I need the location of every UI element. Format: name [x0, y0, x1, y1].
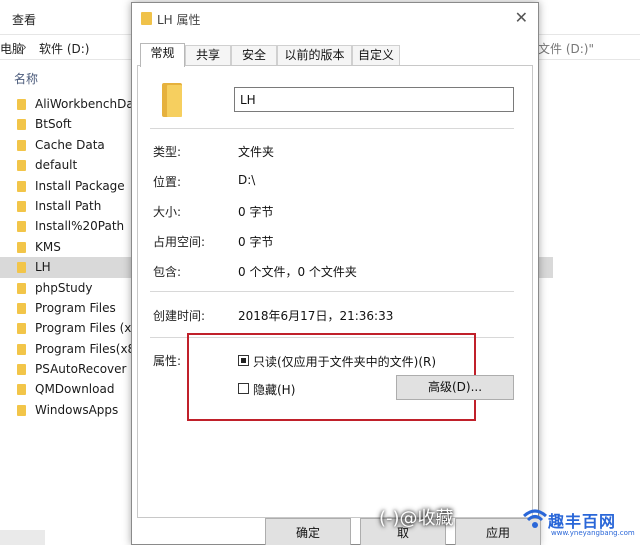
folder-name: AliWorkbenchDat: [35, 97, 134, 111]
folder-icon: [17, 323, 26, 335]
readonly-label[interactable]: 只读(仅应用于文件夹中的文件)(R): [253, 353, 436, 370]
tab-previous-versions[interactable]: 以前的版本: [277, 45, 352, 66]
folder-list-item[interactable]: Program Files (x8: [0, 318, 134, 338]
folder-large-icon: [162, 83, 182, 117]
type-label: 类型:: [153, 145, 182, 159]
location-value: D:\: [238, 173, 256, 187]
hidden-checkbox[interactable]: [238, 383, 249, 394]
created-label: 创建时间:: [153, 309, 206, 323]
dialog-titlebar[interactable]: LH 属性 ✕: [132, 3, 538, 33]
folder-icon: [17, 160, 26, 172]
folder-icon: [17, 262, 26, 274]
folder-icon: [17, 343, 26, 355]
folder-list-item[interactable]: QMDownload: [0, 379, 134, 399]
tab-security[interactable]: 安全: [231, 45, 277, 66]
folder-list-item[interactable]: Cache Data: [0, 135, 134, 155]
folder-name: Cache Data: [35, 137, 105, 152]
breadcrumb-separator: ›: [22, 40, 27, 54]
size-on-disk-value: 0 字节: [238, 235, 274, 249]
folder-icon: [17, 200, 26, 212]
selected-row-highlight: [537, 257, 553, 278]
folder-icon: [17, 282, 26, 294]
folder-icon: [17, 221, 26, 233]
folder-name-field[interactable]: [234, 87, 514, 112]
watermark-overlay-text: (-)@收藏: [379, 508, 454, 529]
advanced-button[interactable]: 高级(D)...: [396, 375, 514, 400]
folder-list-item[interactable]: KMS: [0, 237, 134, 257]
folder-icon: [17, 119, 26, 131]
folder-name: Install%20Path: [35, 219, 125, 234]
column-header-name[interactable]: 名称: [14, 70, 38, 87]
folder-list-item[interactable]: AliWorkbenchDat: [0, 94, 134, 114]
status-bar-fragment: [0, 530, 45, 545]
wifi-logo-icon: [522, 509, 548, 528]
divider: [150, 128, 514, 129]
folder-icon: [17, 180, 26, 192]
divider: [150, 291, 514, 292]
contains-label: 包含:: [153, 265, 182, 279]
tab-customize[interactable]: 自定义: [352, 45, 400, 66]
folder-list-item[interactable]: default: [0, 155, 134, 175]
readonly-checkbox[interactable]: [238, 355, 249, 366]
created-value: 2018年6月17日，21:36:33: [238, 309, 394, 323]
dialog-title: LH 属性: [157, 13, 201, 27]
folder-name: KMS: [35, 239, 61, 254]
folder-icon: [17, 241, 26, 253]
folder-icon: [17, 139, 26, 151]
tab-sharing[interactable]: 共享: [185, 45, 231, 66]
contains-value: 0 个文件，0 个文件夹: [238, 265, 357, 279]
folder-name: LH: [35, 260, 51, 275]
folder-list-item[interactable]: Install Path: [0, 196, 134, 216]
location-label: 位置:: [153, 175, 182, 189]
hidden-label[interactable]: 隐藏(H): [253, 381, 295, 398]
folder-list-item[interactable]: BtSoft: [0, 114, 134, 134]
folder-name: QMDownload: [35, 382, 115, 397]
folder-name: Program Files (x8: [35, 321, 134, 336]
folder-icon: [17, 384, 26, 396]
folder-name: phpStudy: [35, 280, 93, 295]
folder-list-item[interactable]: LH: [0, 257, 134, 278]
folder-name: PSAutoRecover: [35, 362, 127, 377]
folder-icon: [17, 302, 26, 314]
folder-name: Install Path: [35, 198, 102, 213]
folder-icon: [17, 364, 26, 376]
breadcrumb-drive-d[interactable]: 软件 (D:): [39, 40, 89, 57]
folder-list: AliWorkbenchDat BtSoft Cache Data default In…: [0, 94, 134, 420]
folder-list-item[interactable]: Install%20Path: [0, 216, 134, 236]
folder-list-item[interactable]: Program Files(x86: [0, 339, 134, 359]
folder-list-item[interactable]: phpStudy: [0, 278, 134, 298]
folder-name: Install Package: [35, 178, 125, 193]
folder-icon: [141, 12, 152, 25]
size-label: 大小:: [153, 205, 182, 219]
close-icon[interactable]: ✕: [515, 8, 528, 27]
folder-list-item[interactable]: PSAutoRecover: [0, 359, 134, 379]
search-box-hint[interactable]: 文件 (D:)": [538, 40, 594, 57]
folder-list-item[interactable]: WindowsApps: [0, 400, 134, 420]
breadcrumb-this-pc[interactable]: 电脑: [0, 40, 24, 57]
size-on-disk-label: 占用空间:: [153, 235, 206, 249]
folder-name: default: [35, 158, 78, 173]
folder-name: WindowsApps: [35, 402, 119, 417]
tab-general[interactable]: 常规: [140, 43, 185, 67]
ok-button[interactable]: 确定: [265, 518, 351, 545]
view-tab[interactable]: 查看: [12, 11, 36, 28]
folder-icon: [17, 404, 26, 416]
size-value: 0 字节: [238, 205, 274, 219]
type-value: 文件夹: [238, 145, 275, 159]
folder-name: Program Files: [35, 300, 116, 315]
folder-name: Program Files(x86: [35, 341, 134, 356]
watermark-url: www.yneyangbang.com: [551, 529, 635, 537]
attributes-label: 属性:: [153, 354, 182, 368]
folder-list-item[interactable]: Program Files: [0, 298, 134, 318]
folder-icon: [17, 99, 26, 110]
folder-list-item[interactable]: Install Package: [0, 176, 134, 196]
folder-name: BtSoft: [35, 117, 72, 132]
properties-dialog: LH 属性 ✕ 常规 共享 安全 以前的版本 自定义 类型: 文件夹 位置: D…: [131, 2, 541, 545]
